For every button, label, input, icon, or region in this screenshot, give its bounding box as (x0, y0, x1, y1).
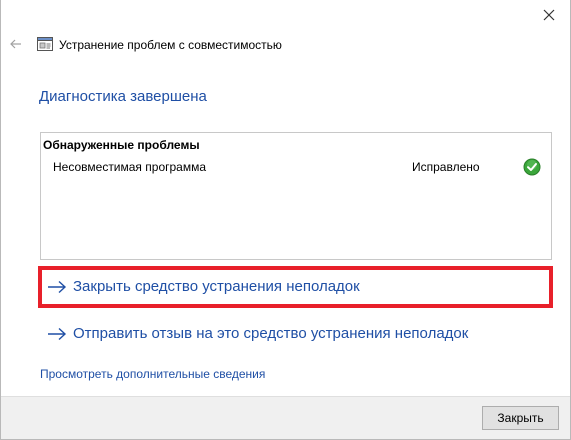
troubleshooter-window: Устранение проблем с совместимостью Диаг… (0, 0, 571, 440)
window-close-button[interactable] (534, 4, 564, 26)
issue-row: Несовместимая программа Исправлено (41, 158, 551, 177)
close-troubleshooter-link[interactable]: Закрыть средство устранения неполадок (47, 277, 360, 297)
arrow-right-icon (47, 327, 67, 341)
dialog-footer: Закрыть (1, 396, 570, 439)
send-feedback-link[interactable]: Отправить отзыв на это средство устранен… (47, 324, 468, 344)
close-troubleshooter-label: Закрыть средство устранения неполадок (73, 278, 360, 295)
compatibility-troubleshooter-icon (37, 37, 53, 51)
window-title: Устранение проблем с совместимостью (59, 38, 282, 52)
green-check-icon (523, 158, 541, 176)
issue-name: Несовместимая программа (53, 160, 207, 174)
issues-title: Обнаруженные проблемы (43, 138, 200, 152)
close-icon (543, 9, 555, 21)
arrow-right-icon (47, 280, 67, 294)
issue-status: Исправлено (412, 160, 480, 174)
back-arrow-icon (10, 39, 21, 49)
close-button[interactable]: Закрыть (482, 406, 559, 430)
view-details-link[interactable]: Просмотреть дополнительные сведения (40, 366, 265, 382)
send-feedback-label: Отправить отзыв на это средство устранен… (73, 325, 469, 342)
page-heading: Диагностика завершена (39, 88, 207, 105)
back-button[interactable] (9, 36, 23, 52)
issues-panel: Обнаруженные проблемы Несовместимая прог… (40, 132, 552, 260)
